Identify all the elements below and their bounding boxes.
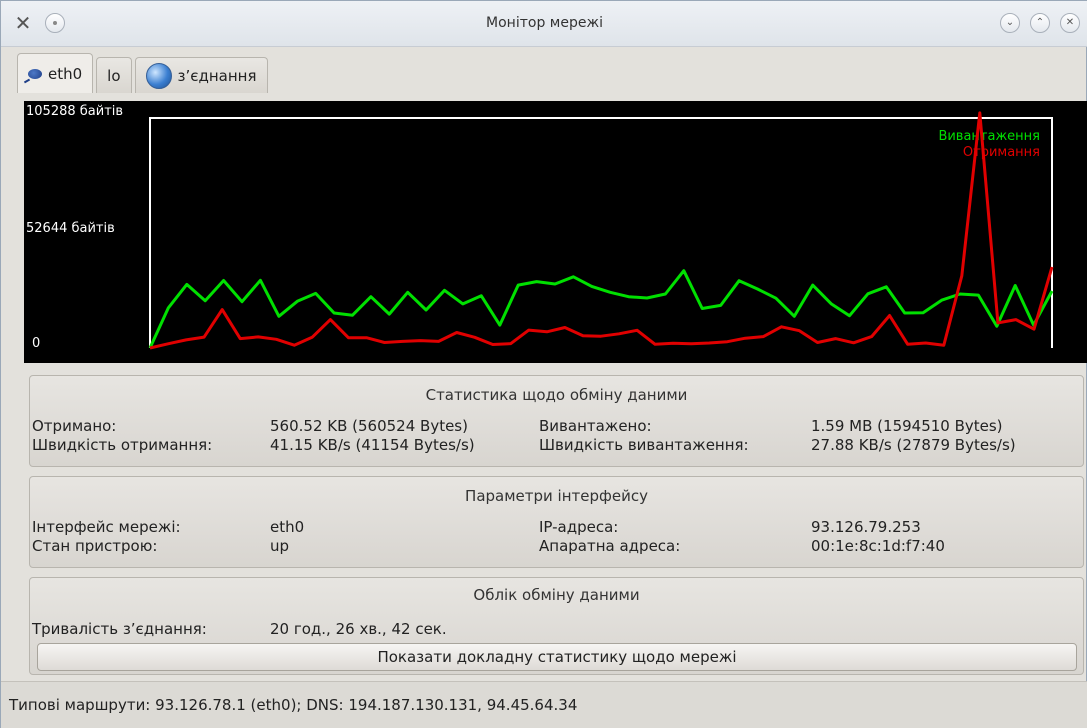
- uploaded-value: 1.59 MB (1594510 Bytes): [811, 417, 1003, 435]
- download-speed-value: 41.15 KB/s (41154 Bytes/s): [270, 436, 475, 454]
- interface-params-panel: Параметри інтерфейсу Інтерфейс мережі: e…: [29, 476, 1084, 568]
- tab-connection[interactable]: з’єднання: [134, 57, 268, 93]
- hw-address-label: Апаратна адреса:: [539, 537, 681, 555]
- ip-label: IP-адреса:: [539, 518, 619, 536]
- device-state-label: Стан пристрою:: [32, 537, 158, 555]
- network-icon: [28, 68, 42, 79]
- status-routes-dns: Типові маршрути: 93.126.78.1 (eth0); DNS…: [9, 696, 578, 714]
- device-state-value: up: [270, 537, 290, 555]
- traffic-graph: 105288 байтів 52644 байтів 0 Вивантаженн…: [24, 101, 1087, 363]
- received-label: Отримано:: [32, 417, 117, 435]
- window-controls: ⌄ ⌃ ✕: [1000, 13, 1080, 33]
- iface-value: eth0: [270, 518, 305, 536]
- uploaded-label: Вивантажено:: [539, 417, 652, 435]
- ip-value: 93.126.79.253: [811, 518, 921, 536]
- download-speed-label: Швидкість отримання:: [32, 436, 213, 454]
- status-bar: Типові маршрути: 93.126.78.1 (eth0); DNS…: [1, 681, 1087, 728]
- traffic-graph-svg: 105288 байтів 52644 байтів 0 Вивантаженн…: [26, 104, 1054, 351]
- iface-label: Інтерфейс мережі:: [32, 518, 181, 536]
- tab-eth0-label: eth0: [48, 64, 83, 83]
- show-details-button[interactable]: Показати докладну статистику щодо мережі: [37, 643, 1077, 671]
- tab-lo-label: lo: [107, 66, 121, 85]
- upload-speed-label: Швидкість вивантаження:: [539, 436, 749, 454]
- upload-speed-value: 27.88 KB/s (27879 Bytes/s): [811, 436, 1016, 454]
- interface-params-title: Параметри інтерфейсу: [465, 487, 648, 505]
- y-axis-zero-label: 0: [32, 336, 40, 351]
- window-title: Монітор мережі: [486, 15, 603, 31]
- globe-icon: [145, 62, 172, 89]
- tab-eth0[interactable]: eth0: [17, 53, 94, 93]
- duration-label: Тривалість з’єднання:: [32, 620, 207, 638]
- accounting-title: Облік обміну даними: [473, 586, 640, 604]
- tab-connection-label: з’єднання: [177, 66, 257, 85]
- y-axis-mid-label: 52644 байтів: [26, 221, 115, 236]
- received-value: 560.52 KB (560524 Bytes): [270, 417, 468, 435]
- hw-address-value: 00:1e:8c:1d:f7:40: [811, 537, 945, 555]
- tab-lo[interactable]: lo: [96, 57, 132, 93]
- traffic-stats-panel: Статистика щодо обміну даними Отримано: …: [29, 375, 1084, 467]
- title-bar: ✕ Монітор мережі ⌄ ⌃ ✕: [1, 1, 1087, 47]
- y-axis-top-label: 105288 байтів: [26, 104, 123, 119]
- traffic-stats-title: Статистика щодо обміну даними: [425, 386, 688, 404]
- maximize-icon[interactable]: ⌃: [1030, 13, 1050, 33]
- duration-value: 20 год., 26 хв., 42 сек.: [270, 620, 447, 638]
- network-monitor-window: ✕ Монітор мережі ⌄ ⌃ ✕ eth0 lo з’єднання…: [0, 0, 1087, 728]
- tab-bar: eth0 lo з’єднання: [17, 53, 268, 93]
- minimize-icon[interactable]: ⌄: [1000, 13, 1020, 33]
- legend-upload: Вивантаження: [938, 129, 1040, 144]
- close-icon[interactable]: ✕: [1060, 13, 1080, 33]
